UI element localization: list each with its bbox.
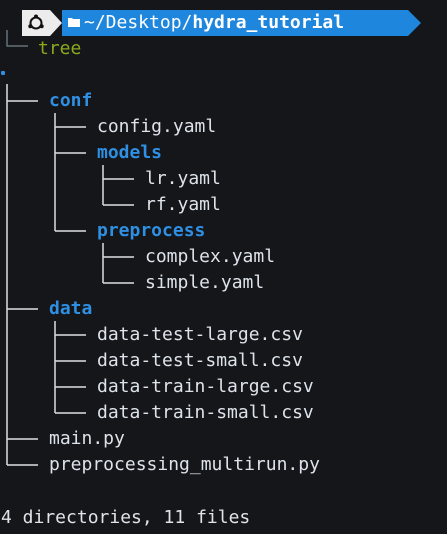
tree-file-lr-yaml[interactable]: lr.yaml [145, 166, 221, 192]
tree-file-complex-yaml[interactable]: complex.yaml [145, 244, 275, 270]
tree-file-main-py[interactable]: main.py [49, 426, 125, 452]
tree-file-data-test-large[interactable]: data-test-large.csv [97, 322, 303, 348]
tree-file-preprocessing-multirun-py[interactable]: preprocessing_multirun.py [49, 452, 320, 478]
tree-root-dot: . [1, 71, 5, 75]
tree-file-rf-yaml[interactable]: rf.yaml [145, 192, 221, 218]
prompt-connector [6, 30, 28, 47]
tree-file-data-train-small[interactable]: data-train-small.csv [97, 400, 314, 426]
command-text: tree [38, 38, 82, 59]
terminal-window[interactable]: ~/Desktop/hydra_tutorial tree . conf co [0, 0, 447, 534]
tree-file-data-test-small[interactable]: data-test-small.csv [97, 348, 303, 374]
tree-dir-conf[interactable]: conf [49, 88, 92, 114]
tree-summary: 4 directories, 11 files [1, 507, 251, 528]
tree-file-data-train-large[interactable]: data-train-large.csv [97, 374, 314, 400]
tree-file-config-yaml[interactable]: config.yaml [97, 114, 216, 140]
tree-dir-models[interactable]: models [97, 140, 162, 166]
tree-dir-data[interactable]: data [49, 296, 92, 322]
tree-file-simple-yaml[interactable]: simple.yaml [145, 270, 264, 296]
tree-dir-preprocess[interactable]: preprocess [97, 218, 205, 244]
